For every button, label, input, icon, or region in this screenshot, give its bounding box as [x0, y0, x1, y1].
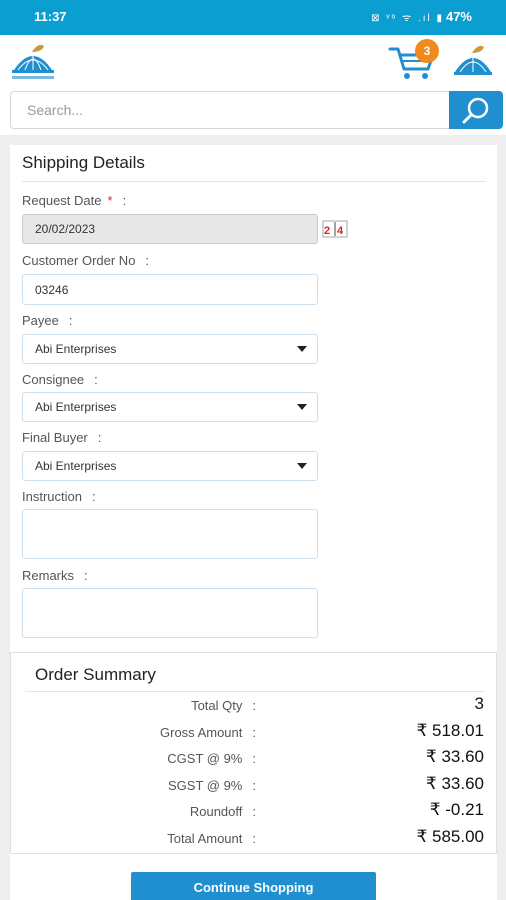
summary-label: CGST @ 9%:	[167, 751, 256, 766]
final-buyer-selected-value: Abi Enterprises	[35, 459, 117, 473]
divider	[22, 181, 486, 182]
chevron-down-icon	[297, 463, 307, 469]
status-time: 11:37	[34, 9, 67, 24]
svg-text:2: 2	[324, 225, 330, 237]
instruction-label: Instruction:	[22, 489, 96, 504]
customer-order-no-label: Customer Order No:	[22, 253, 150, 268]
cart-count-badge: 3	[415, 39, 439, 63]
consignee-label: Consignee:	[22, 372, 98, 387]
search-button[interactable]	[449, 91, 503, 129]
summary-label: Total Amount:	[167, 831, 256, 846]
consignee-select[interactable]: Abi Enterprises	[22, 392, 318, 422]
request-date-field: 20/02/2023	[22, 214, 318, 244]
consignee-selected-value: Abi Enterprises	[35, 400, 117, 414]
final-buyer-select[interactable]: Abi Enterprises	[22, 451, 318, 481]
payee-selected-value: Abi Enterprises	[35, 342, 117, 356]
payee-select[interactable]: Abi Enterprises	[22, 334, 318, 364]
summary-value: ₹ 585.00	[416, 827, 484, 846]
brand-logo-icon[interactable]	[8, 40, 58, 84]
required-mark: *	[107, 193, 113, 208]
payee-label: Payee:	[22, 313, 73, 328]
user-profile-icon[interactable]	[450, 40, 496, 84]
order-summary-title: Order Summary	[35, 665, 156, 684]
summary-label: Gross Amount:	[160, 725, 256, 740]
search-icon	[462, 97, 489, 124]
request-date-value: 20/02/2023	[35, 222, 96, 236]
continue-shopping-button[interactable]: Continue Shopping	[131, 872, 376, 900]
section-title: Shipping Details	[22, 153, 145, 172]
customer-order-no-value: 03246	[35, 282, 69, 297]
search-input[interactable]	[10, 91, 450, 129]
chevron-down-icon	[297, 346, 307, 352]
divider	[25, 691, 485, 692]
summary-value: ₹ 518.01	[416, 721, 484, 740]
summary-label: Roundoff:	[189, 804, 256, 819]
customer-order-no-field[interactable]: 03246	[22, 274, 318, 305]
final-buyer-label: Final Buyer:	[22, 430, 102, 445]
summary-value: ₹ 33.60	[425, 774, 484, 793]
request-date-label: Request Date *:	[22, 193, 127, 208]
status-bar: 11:37 ⊠ ᵛᵒ ᯤ .ıl ▮ 47%	[0, 0, 506, 35]
summary-label: SGST @ 9%:	[168, 778, 256, 793]
battery-level: 47%	[445, 9, 472, 24]
summary-value: 3	[474, 694, 484, 713]
summary-value: ₹ -0.21	[429, 800, 484, 819]
calendar-icon[interactable]: 2 4	[321, 218, 349, 240]
remarks-textarea[interactable]	[22, 588, 318, 638]
instruction-textarea[interactable]	[22, 509, 318, 559]
search-bar	[0, 87, 506, 135]
svg-text:4: 4	[337, 225, 344, 237]
shipping-details-card: Shipping Details Request Date *: 20/02/20…	[10, 145, 497, 900]
summary-value: ₹ 33.60	[425, 747, 484, 766]
summary-label: Total Qty:	[191, 698, 256, 713]
order-summary: Order Summary Total Qty: 3 Gross Amount:…	[10, 652, 497, 854]
remarks-label: Remarks:	[22, 568, 88, 583]
status-icons: ⊠ ᵛᵒ ᯤ .ıl ▮	[371, 13, 444, 24]
chevron-down-icon	[297, 404, 307, 410]
